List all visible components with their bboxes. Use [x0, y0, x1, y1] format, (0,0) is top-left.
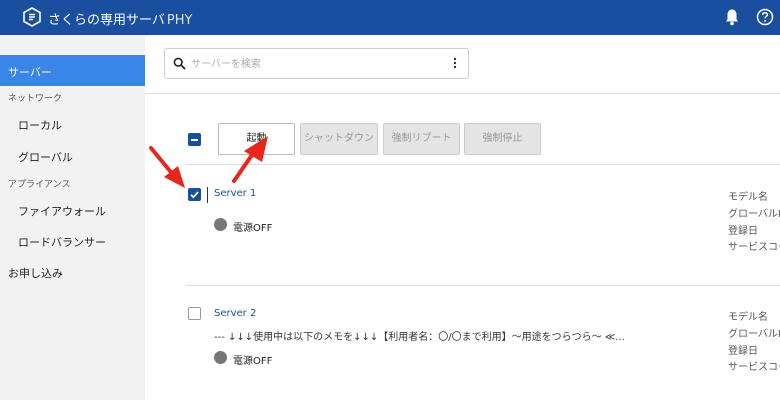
app-title[interactable]: さくらの専用サーバ PHY: [48, 9, 192, 28]
search-box[interactable]: [164, 48, 469, 79]
select-all-checkbox[interactable]: [188, 133, 201, 146]
text-cursor: [207, 187, 208, 203]
more-options-icon[interactable]: [453, 56, 457, 70]
divider: [186, 164, 780, 165]
notification-bell-icon[interactable]: [724, 8, 740, 26]
meta-registered-label: 登録日: [728, 226, 758, 237]
divider: [186, 285, 780, 286]
sakura-logo-icon[interactable]: [22, 7, 42, 27]
help-icon[interactable]: [756, 8, 774, 26]
server-name-link[interactable]: Server 2: [214, 308, 256, 319]
top-bar: さくらの専用サーバ PHY: [0, 0, 780, 35]
power-status-icon: [214, 351, 227, 364]
sidebar-item-global[interactable]: グローバル: [18, 149, 73, 165]
sidebar-item-load-balancer[interactable]: ロードバランサー: [18, 234, 106, 250]
shutdown-button[interactable]: シャットダウン: [300, 123, 378, 155]
power-status-label: 電源OFF: [233, 356, 273, 367]
server-2-checkbox[interactable]: [188, 307, 201, 320]
force-stop-button[interactable]: 強制停止: [464, 123, 541, 155]
meta-model-label: モデル名: [728, 312, 768, 323]
product-name: PHY: [166, 13, 193, 28]
sidebar: サーバー ネットワーク ローカル グローバル アプライアンス ファイアウォール …: [0, 35, 145, 400]
main-content: 起動 シャットダウン 強制リブート 強制停止 Server 1 電源OFF モデ…: [145, 35, 780, 400]
sidebar-category-network: ネットワーク: [8, 94, 63, 104]
server-memo: --- ↓↓↓使用中は以下のメモを↓↓↓【利用者名：〇/〇まで利用】～用途をつら…: [214, 332, 625, 343]
meta-registered-label: 登録日: [728, 346, 758, 357]
power-status-icon: [214, 218, 227, 231]
meta-service-code-label: サービスコード: [728, 242, 780, 253]
brand-name: さくらの専用サーバ: [48, 13, 165, 28]
sidebar-item-servers[interactable]: サーバー: [0, 55, 145, 86]
search-icon: [173, 57, 186, 70]
search-input[interactable]: [191, 55, 441, 73]
meta-model-label: モデル名: [728, 192, 768, 203]
sidebar-item-apply[interactable]: お申し込み: [8, 265, 63, 281]
start-button[interactable]: 起動: [218, 123, 295, 155]
sidebar-item-firewall[interactable]: ファイアウォール: [18, 203, 106, 219]
divider: [145, 93, 780, 94]
sidebar-item-local[interactable]: ローカル: [18, 117, 62, 133]
sidebar-category-appliance: アプライアンス: [8, 180, 71, 190]
meta-service-code-label: サービスコード: [728, 362, 780, 373]
server-1-checkbox[interactable]: [188, 188, 201, 201]
checkmark-icon: [190, 191, 199, 199]
server-name-link[interactable]: Server 1: [214, 188, 256, 199]
power-status-label: 電源OFF: [233, 223, 273, 234]
force-reboot-button[interactable]: 強制リブート: [383, 123, 460, 155]
meta-global-ip-label: グローバルIP: [728, 209, 780, 220]
meta-global-ip-label: グローバルIP: [728, 329, 780, 340]
